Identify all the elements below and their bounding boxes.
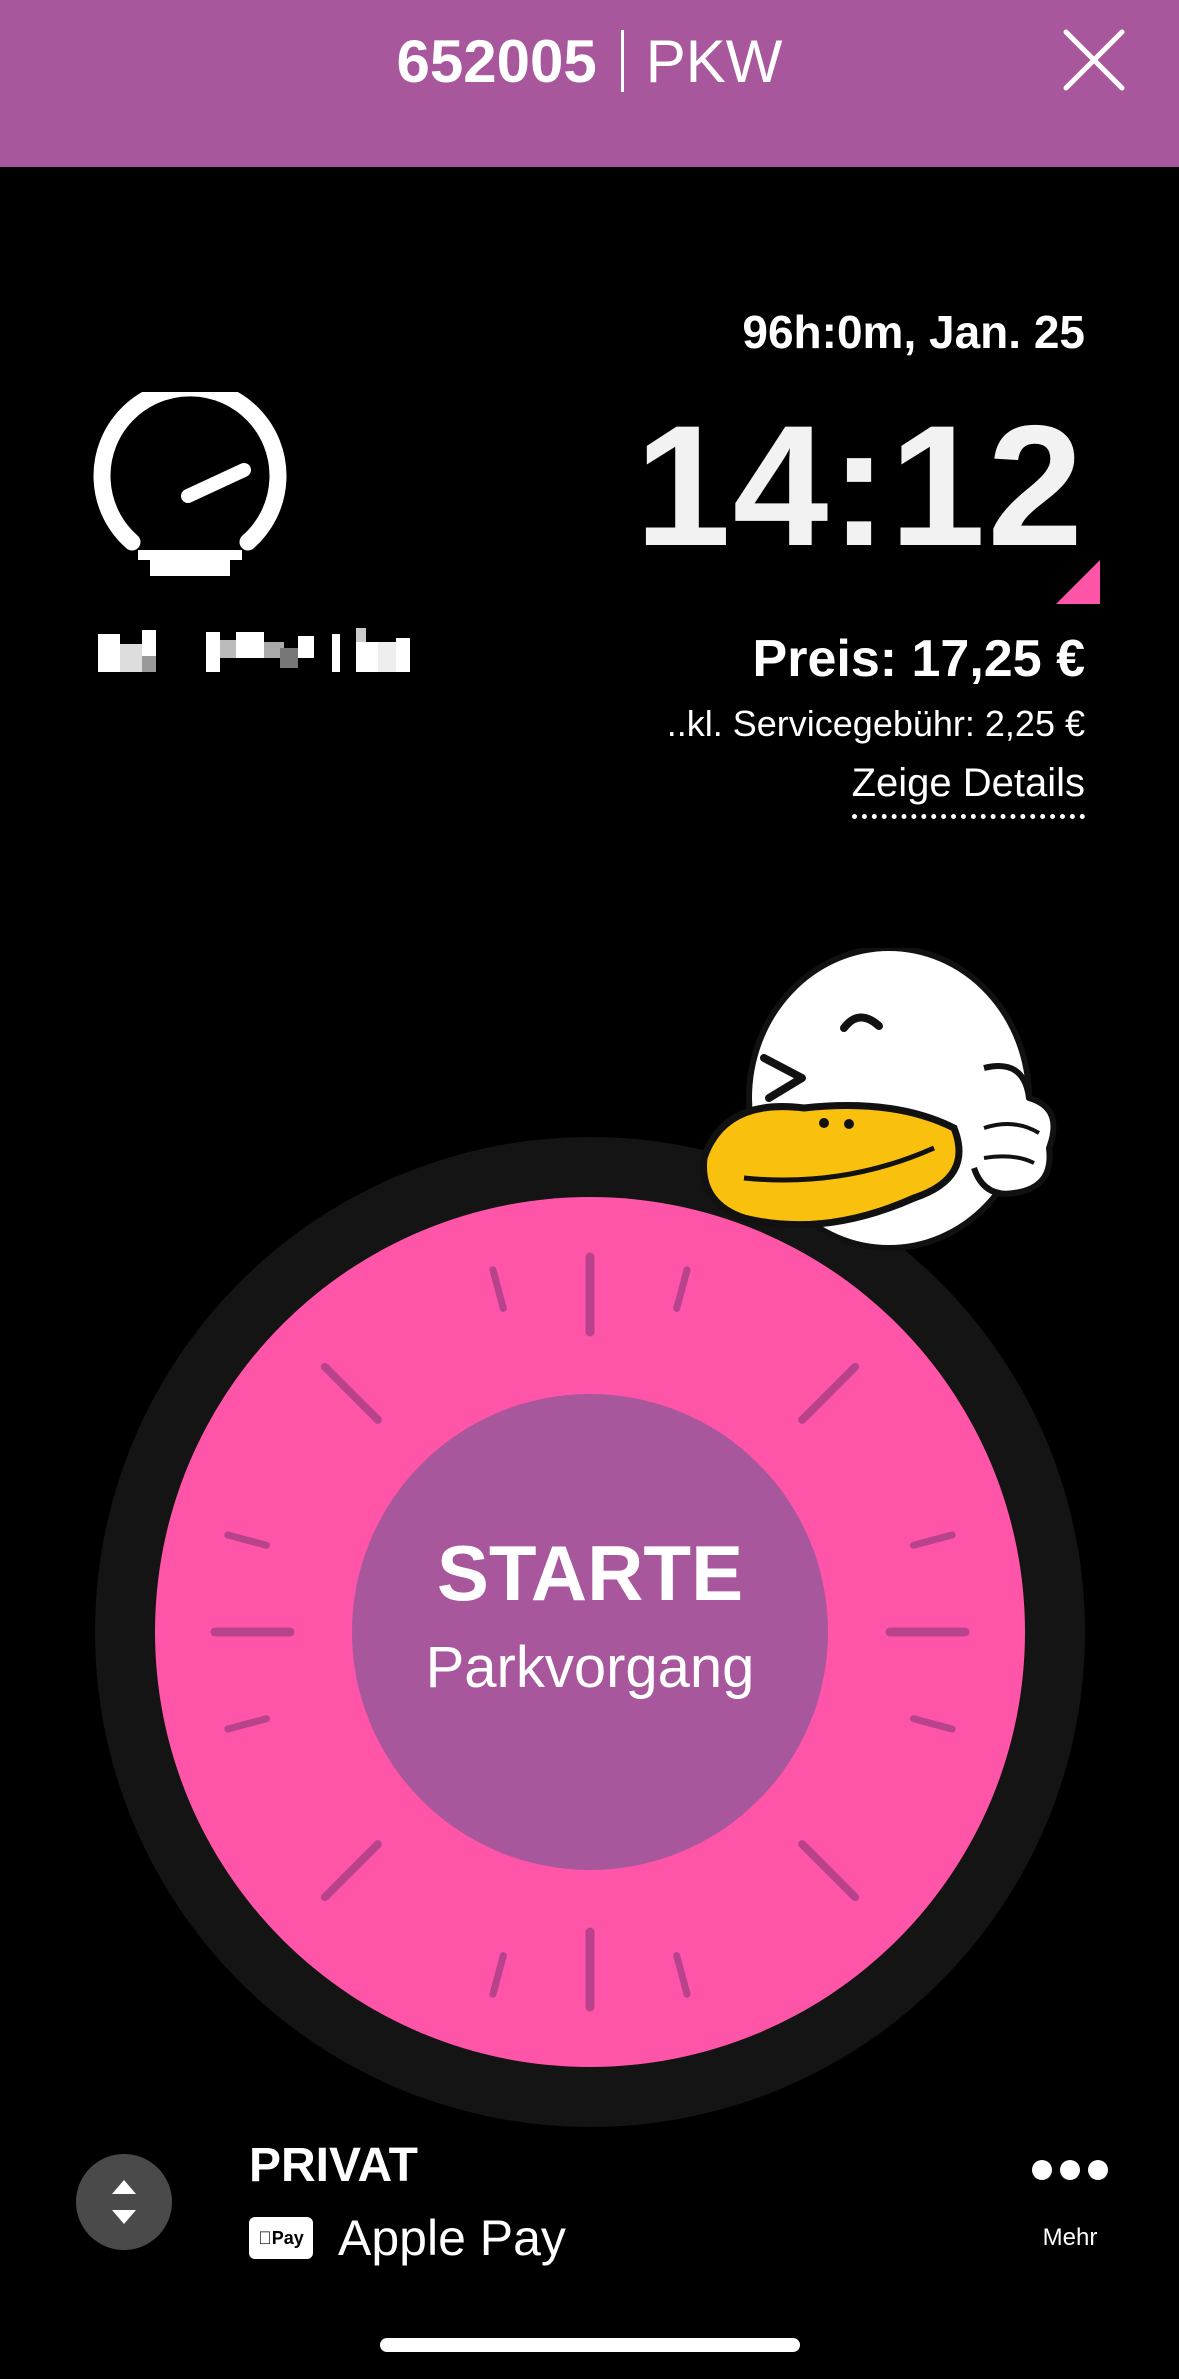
zone-number: 652005 [396,28,597,95]
speedometer-icon [93,392,287,576]
home-indicator[interactable] [380,2338,800,2352]
vehicle-type: PKW [645,28,783,95]
header-divider [620,30,624,92]
up-down-chevron-icon [112,2180,136,2224]
show-details-link[interactable]: Zeige Details [851,758,1085,819]
close-icon[interactable] [1062,28,1126,92]
payment-method[interactable]: Apple Pay [338,2208,566,2268]
service-fee: ..kl. Servicegebühr: 2,25 € [666,703,1085,744]
switch-payment-button[interactable] [76,2154,172,2250]
more-dots-icon [1032,2160,1108,2180]
account-type: PRIVAT [249,2139,418,2192]
more-label: Mehr [1042,2224,1098,2251]
header-bar: 652005 PKW [0,0,1179,167]
apple-pay-badge: Pay [249,2217,313,2259]
end-time: 14:12 [635,390,1085,582]
duck-sticker [700,948,1057,1251]
corner-marker [1056,560,1100,604]
more-button[interactable]: Mehr [1020,2150,1120,2251]
parking-screen: 652005 PKW 96h:0m, Jan. 25 14:12 Preis: … [0,0,1179,2379]
start-parking-button[interactable]: STARTE Parkvorgang [352,1394,828,1870]
price-label: Preis: 17,25 € [752,630,1085,688]
header-title: 652005 PKW [0,26,1179,98]
start-subtitle: Parkvorgang [425,1635,755,1700]
apple-logo-icon:  [258,2228,272,2248]
start-title: STARTE [436,1529,744,1617]
parking-duration: 96h:0m, Jan. 25 [742,306,1085,358]
pixelated-vehicle-label [98,628,410,672]
apple-pay-badge-text: Pay [264,2228,304,2248]
